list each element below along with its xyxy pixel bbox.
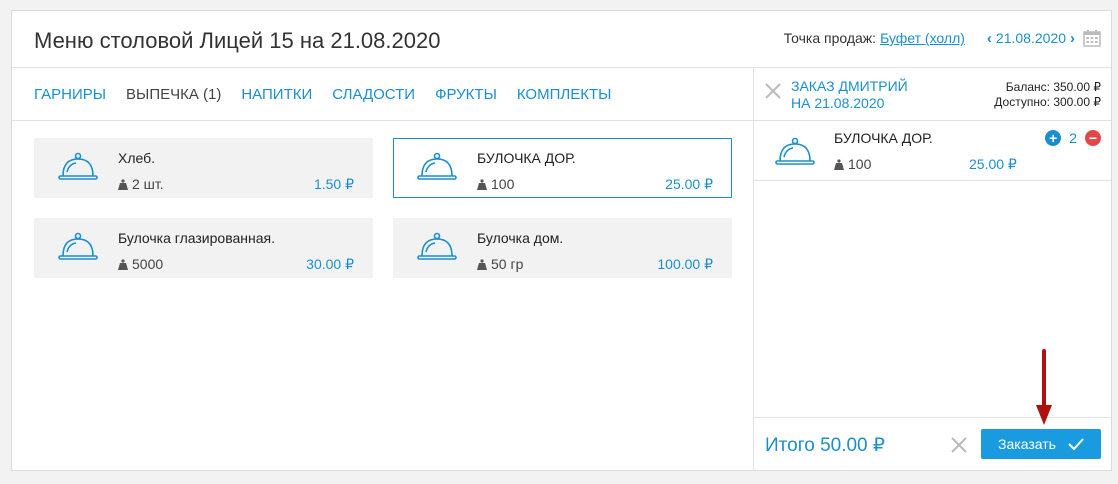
- clear-order-icon[interactable]: [950, 436, 968, 454]
- minus-icon[interactable]: −: [1085, 130, 1101, 146]
- tab-fruits[interactable]: ФРУКТЫ: [435, 86, 497, 103]
- food-cloche-icon: [58, 232, 98, 260]
- calendar-icon[interactable]: [1083, 29, 1101, 47]
- food-cloche-icon: [58, 152, 98, 180]
- menu-item-price: 1.50 ₽: [313, 176, 354, 192]
- balance: Баланс: 350.00 ₽: [1005, 80, 1101, 94]
- date-navigator: ‹ 21.08.2020 ›: [985, 30, 1077, 47]
- menu-item-qty-value: 5000: [132, 256, 164, 272]
- tab-sweets[interactable]: СЛАДОСТИ: [332, 86, 415, 103]
- menu-item-name: Булочка дом.: [477, 230, 564, 246]
- menu-item-price: 100.00 ₽: [657, 256, 713, 272]
- chevron-right-icon[interactable]: ›: [1068, 30, 1077, 47]
- menu-item-price: 25.00 ₽: [665, 176, 713, 192]
- weight-icon: [118, 178, 128, 190]
- header-controls: Точка продаж: Буфет (холл) ‹ 21.08.2020 …: [784, 29, 1101, 47]
- order-item-qty-value: 100: [848, 156, 872, 172]
- tab-bakery[interactable]: ВЫПЕЧКА (1): [126, 86, 221, 103]
- chevron-left-icon[interactable]: ‹: [985, 30, 994, 47]
- current-date: 21.08.2020: [995, 30, 1066, 46]
- menu-item-qty-value: 100: [491, 176, 515, 192]
- category-tabs: ГАРНИРЫ ВЫПЕЧКА (1) НАПИТКИ СЛАДОСТИ ФРУ…: [12, 68, 753, 121]
- menu-item-qty: 50 гр: [477, 256, 523, 272]
- food-cloche-icon: [775, 137, 815, 165]
- order-title: ЗАКАЗ ДМИТРИЙ НА 21.08.2020: [791, 78, 908, 112]
- close-icon[interactable]: [764, 82, 782, 100]
- point-of-sale-label: Точка продаж:: [783, 30, 877, 46]
- order-title-line2: НА 21.08.2020: [791, 95, 885, 111]
- menu-item-card-selected[interactable]: БУЛОЧКА ДОР. 100 25.00 ₽: [393, 138, 732, 198]
- order-header: ЗАКАЗ ДМИТРИЙ НА 21.08.2020 Баланс: 350.…: [754, 68, 1111, 121]
- menu-item-qty: 5000: [118, 256, 163, 272]
- order-item-qty: 100: [834, 156, 871, 172]
- menu-item-qty-value: 2 шт.: [132, 176, 164, 192]
- menu-item-name: Хлеб.: [118, 150, 156, 166]
- order-item-price: 25.00 ₽: [969, 156, 1017, 172]
- food-cloche-icon: [417, 232, 457, 260]
- weight-icon: [118, 258, 128, 270]
- menu-item-name: Булочка глазированная.: [118, 230, 275, 246]
- header: Меню столовой Лицей 15 на 21.08.2020 Точ…: [12, 11, 1111, 68]
- menu-item-card[interactable]: Хлеб. 2 шт. 1.50 ₽: [34, 138, 373, 198]
- tab-drinks[interactable]: НАПИТКИ: [241, 86, 312, 103]
- order-footer: Итого 50.00 ₽ Заказать: [754, 417, 1111, 470]
- page-title: Меню столовой Лицей 15 на 21.08.2020: [34, 28, 441, 53]
- food-cloche-icon: [417, 152, 457, 180]
- order-section: ЗАКАЗ ДМИТРИЙ НА 21.08.2020 Баланс: 350.…: [753, 68, 1111, 470]
- menu-item-name: БУЛОЧКА ДОР.: [477, 150, 576, 166]
- menu-item-card[interactable]: Булочка глазированная. 5000 30.00 ₽: [34, 218, 373, 278]
- submit-order-button[interactable]: Заказать: [981, 429, 1101, 459]
- tab-garnish[interactable]: ГАРНИРЫ: [34, 86, 106, 103]
- menu-item-qty-value: 50 гр: [491, 256, 524, 272]
- order-item-name: БУЛОЧКА ДОР.: [834, 130, 933, 146]
- balance-info: Баланс: 350.00 ₽ Доступно: 300.00 ₽: [994, 80, 1101, 110]
- weight-icon: [834, 158, 844, 170]
- annotation-arrow-icon: [1036, 349, 1052, 425]
- menu-item-qty: 2 шт.: [118, 176, 164, 192]
- order-total: Итого 50.00 ₽: [765, 435, 885, 456]
- weight-icon: [477, 258, 487, 270]
- menu-section: ГАРНИРЫ ВЫПЕЧКА (1) НАПИТКИ СЛАДОСТИ ФРУ…: [12, 68, 753, 470]
- quantity-stepper: + 2 −: [1045, 130, 1101, 146]
- menu-panel: Меню столовой Лицей 15 на 21.08.2020 Точ…: [11, 10, 1112, 471]
- menu-item-qty: 100: [477, 176, 514, 192]
- order-title-line1: ЗАКАЗ ДМИТРИЙ: [791, 78, 908, 94]
- menu-item-price: 30.00 ₽: [306, 256, 354, 272]
- tab-sets[interactable]: КОМПЛЕКТЫ: [517, 86, 612, 103]
- checkmark-icon: [1068, 438, 1084, 450]
- weight-icon: [477, 178, 487, 190]
- menu-item-card[interactable]: Булочка дом. 50 гр 100.00 ₽: [393, 218, 732, 278]
- quantity-count: 2: [1069, 130, 1077, 146]
- plus-icon[interactable]: +: [1045, 130, 1062, 146]
- available: Доступно: 300.00 ₽: [994, 95, 1101, 109]
- submit-order-label: Заказать: [998, 436, 1056, 452]
- order-item: БУЛОЧКА ДОР. 100 25.00 ₽ + 2 −: [754, 121, 1111, 181]
- point-of-sale-link[interactable]: Буфет (холл): [880, 30, 965, 46]
